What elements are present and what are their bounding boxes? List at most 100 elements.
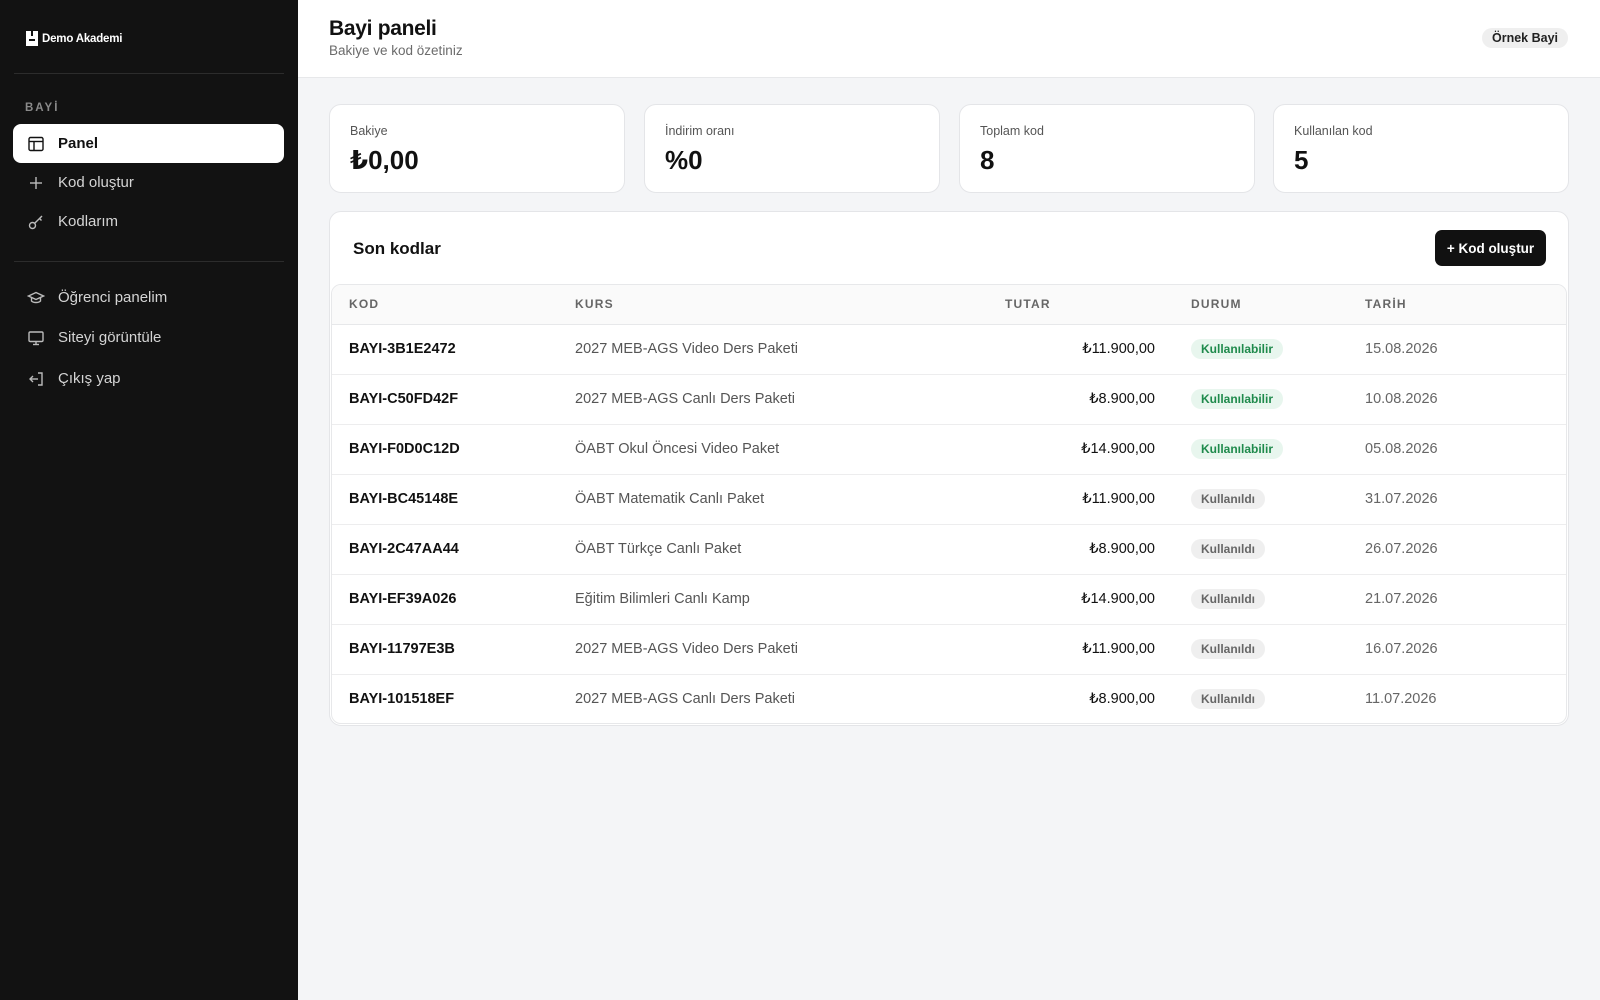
recent-codes-title: Son kodlar <box>353 239 441 258</box>
sidebar-divider <box>14 261 284 262</box>
amount-cell: ₺11.900,00 <box>1082 491 1155 507</box>
table-row[interactable]: BAYI-2C47AA44 ÖABT Türkçe Canlı Paket ₺8.9… <box>332 524 1566 574</box>
status-badge: Kullanılabilir <box>1191 439 1284 459</box>
date-cell: 05.08.2026 <box>1365 441 1438 457</box>
status-badge: Kullanıldı <box>1191 489 1265 509</box>
course-cell: 2027 MEB-AGS Canlı Ders Paketi <box>575 691 796 708</box>
layout-icon <box>27 135 45 153</box>
status-badge: Kullanıldı <box>1191 589 1265 609</box>
status-cell: Kullanılabilir <box>1155 324 1365 374</box>
sidebar-item-panel[interactable]: Panel <box>13 124 284 163</box>
code-cell: BAYI-2C47AA44 <box>349 541 459 557</box>
stat-value: %0 <box>665 145 703 175</box>
monitor-icon <box>27 329 45 347</box>
status-cell: Kullanılabilir <box>1155 424 1365 474</box>
sidebar-item-kodlarim[interactable]: Kodlarım <box>13 202 284 241</box>
course-cell: 2027 MEB-AGS Video Ders Paketi <box>575 641 798 657</box>
table-row[interactable]: BAYI-3B1E2472 2027 MEB-AGS Video Ders Pak… <box>332 324 1566 374</box>
brand-name: Demo Akademi <box>42 32 123 45</box>
table-row[interactable]: BAYI-F0D0C12D ÖABT Okul Öncesi Video Pake… <box>332 424 1566 474</box>
date-cell: 21.07.2026 <box>1365 591 1438 607</box>
plus-icon <box>27 174 45 192</box>
brand[interactable]: Demo Akademi <box>26 31 122 46</box>
sidebar-item-kod-olustur[interactable]: Kod oluştur <box>13 163 284 202</box>
page-subtitle: Bakiye ve kod özetiniz <box>329 43 463 58</box>
date-cell: 11.07.2026 <box>1365 691 1437 708</box>
stat-card-kullanilan-kod: Kullanılan kod 5 <box>1273 104 1569 193</box>
amount-cell: ₺8.900,00 <box>1089 541 1155 557</box>
date-cell: 26.07.2026 <box>1365 541 1438 557</box>
sidebar-item-label: Panel <box>58 135 99 152</box>
amount-cell: ₺14.900,00 <box>1081 591 1155 607</box>
recent-codes-card: Son kodlar + Kod oluştur KOD KURS TUTAR … <box>329 211 1569 726</box>
stat-card-indirim-orani: İndirim oranı %0 <box>644 104 940 193</box>
code-cell: BAYI-EF39A026 <box>349 591 457 607</box>
sidebar-item-cikis-yap[interactable]: Çıkış yap <box>13 359 284 398</box>
amount-cell: ₺11.900,00 <box>1082 641 1155 657</box>
amount-cell: ₺11.900,00 <box>1082 341 1155 357</box>
sidebar-item-label: Çıkış yap <box>58 370 121 387</box>
course-cell: ÖABT Türkçe Canlı Paket <box>575 541 742 557</box>
course-cell: Eğitim Bilimleri Canlı Kamp <box>575 591 750 607</box>
brand-logo-icon <box>26 31 38 46</box>
stat-label: Kullanılan kod <box>1294 124 1373 138</box>
table-row[interactable]: BAYI-EF39A026 Eğitim Bilimleri Canlı Kamp… <box>332 574 1566 624</box>
table-header-row: KOD KURS TUTAR DURUM TARİH <box>332 285 1566 325</box>
status-cell: Kullanılabilir <box>1155 374 1365 424</box>
column-header-kod: KOD <box>332 285 575 325</box>
sidebar-item-ogrenci-panelim[interactable]: Öğrenci panelim <box>13 278 284 317</box>
sidebar-section-label: BAYİ <box>25 102 60 114</box>
column-header-tarih: TARİH <box>1365 285 1566 325</box>
stat-value: 8 <box>980 145 995 175</box>
status-cell: Kullanıldı <box>1155 524 1365 574</box>
date-cell: 31.07.2026 <box>1365 491 1438 507</box>
amount-cell: ₺14.900,00 <box>1081 441 1155 457</box>
course-cell: 2027 MEB-AGS Video Ders Paketi <box>575 341 798 357</box>
stat-value: ₺0,00 <box>350 145 419 175</box>
column-header-durum: DURUM <box>1155 285 1365 325</box>
sidebar-item-label: Öğrenci panelim <box>58 289 168 306</box>
key-icon <box>27 213 45 231</box>
status-badge: Kullanıldı <box>1191 539 1265 559</box>
codes-table: KOD KURS TUTAR DURUM TARİH BAYI-3B1E2472… <box>331 284 1567 724</box>
sidebar-item-label: Siteyi görüntüle <box>58 329 162 346</box>
status-badge: Kullanıldı <box>1191 639 1265 659</box>
date-cell: 16.07.2026 <box>1365 641 1438 657</box>
course-cell: ÖABT Matematik Canlı Paket <box>575 491 765 507</box>
code-cell: BAYI-101518EF <box>349 691 455 708</box>
table-row[interactable]: BAYI-C50FD42F 2027 MEB-AGS Canlı Ders Pak… <box>332 374 1566 424</box>
date-cell: 15.08.2026 <box>1365 341 1438 357</box>
amount-cell: ₺8.900,00 <box>1089 391 1155 407</box>
status-cell: Kullanıldı <box>1155 574 1365 624</box>
table-row[interactable]: BAYI-BC45148E ÖABT Matematik Canlı Paket ₺… <box>332 474 1566 524</box>
user-badge[interactable]: Örnek Bayi <box>1481 28 1568 48</box>
sidebar-divider <box>14 73 284 74</box>
create-code-button[interactable]: + Kod oluştur <box>1435 230 1546 266</box>
stat-card-bakiye: Bakiye ₺0,00 <box>329 104 625 193</box>
stat-card-toplam-kod: Toplam kod 8 <box>959 104 1255 193</box>
code-cell: BAYI-BC45148E <box>349 491 459 507</box>
code-cell: BAYI-3B1E2472 <box>349 341 456 357</box>
sidebar: Demo Akademi BAYİ Panel Kod oluştur Kodl… <box>0 0 298 1000</box>
table-row[interactable]: BAYI-101518EF 2027 MEB-AGS Canlı Ders Pak… <box>332 674 1566 723</box>
stat-label: Bakiye <box>350 124 388 138</box>
course-cell: 2027 MEB-AGS Canlı Ders Paketi <box>575 391 796 407</box>
amount-cell: ₺8.900,00 <box>1089 691 1155 708</box>
status-badge: Kullanıldı <box>1191 689 1265 710</box>
sidebar-item-siteyi-goruntule[interactable]: Siteyi görüntüle <box>13 318 284 357</box>
sidebar-item-label: Kodlarım <box>58 213 119 230</box>
course-cell: ÖABT Okul Öncesi Video Paket <box>575 441 780 457</box>
column-header-kurs: KURS <box>575 285 985 325</box>
code-cell: BAYI-11797E3B <box>349 641 455 657</box>
stat-value: 5 <box>1294 145 1309 175</box>
table-row[interactable]: BAYI-11797E3B 2027 MEB-AGS Video Ders Pak… <box>332 624 1566 674</box>
date-cell: 10.08.2026 <box>1365 391 1438 407</box>
status-cell: Kullanıldı <box>1155 474 1365 524</box>
page-title: Bayi paneli <box>329 17 437 40</box>
stat-label: İndirim oranı <box>665 124 735 138</box>
status-badge: Kullanılabilir <box>1191 339 1284 359</box>
stat-label: Toplam kod <box>980 124 1044 138</box>
status-cell: Kullanıldı <box>1155 624 1365 674</box>
status-badge: Kullanılabilir <box>1191 389 1284 409</box>
code-cell: BAYI-C50FD42F <box>349 391 459 407</box>
